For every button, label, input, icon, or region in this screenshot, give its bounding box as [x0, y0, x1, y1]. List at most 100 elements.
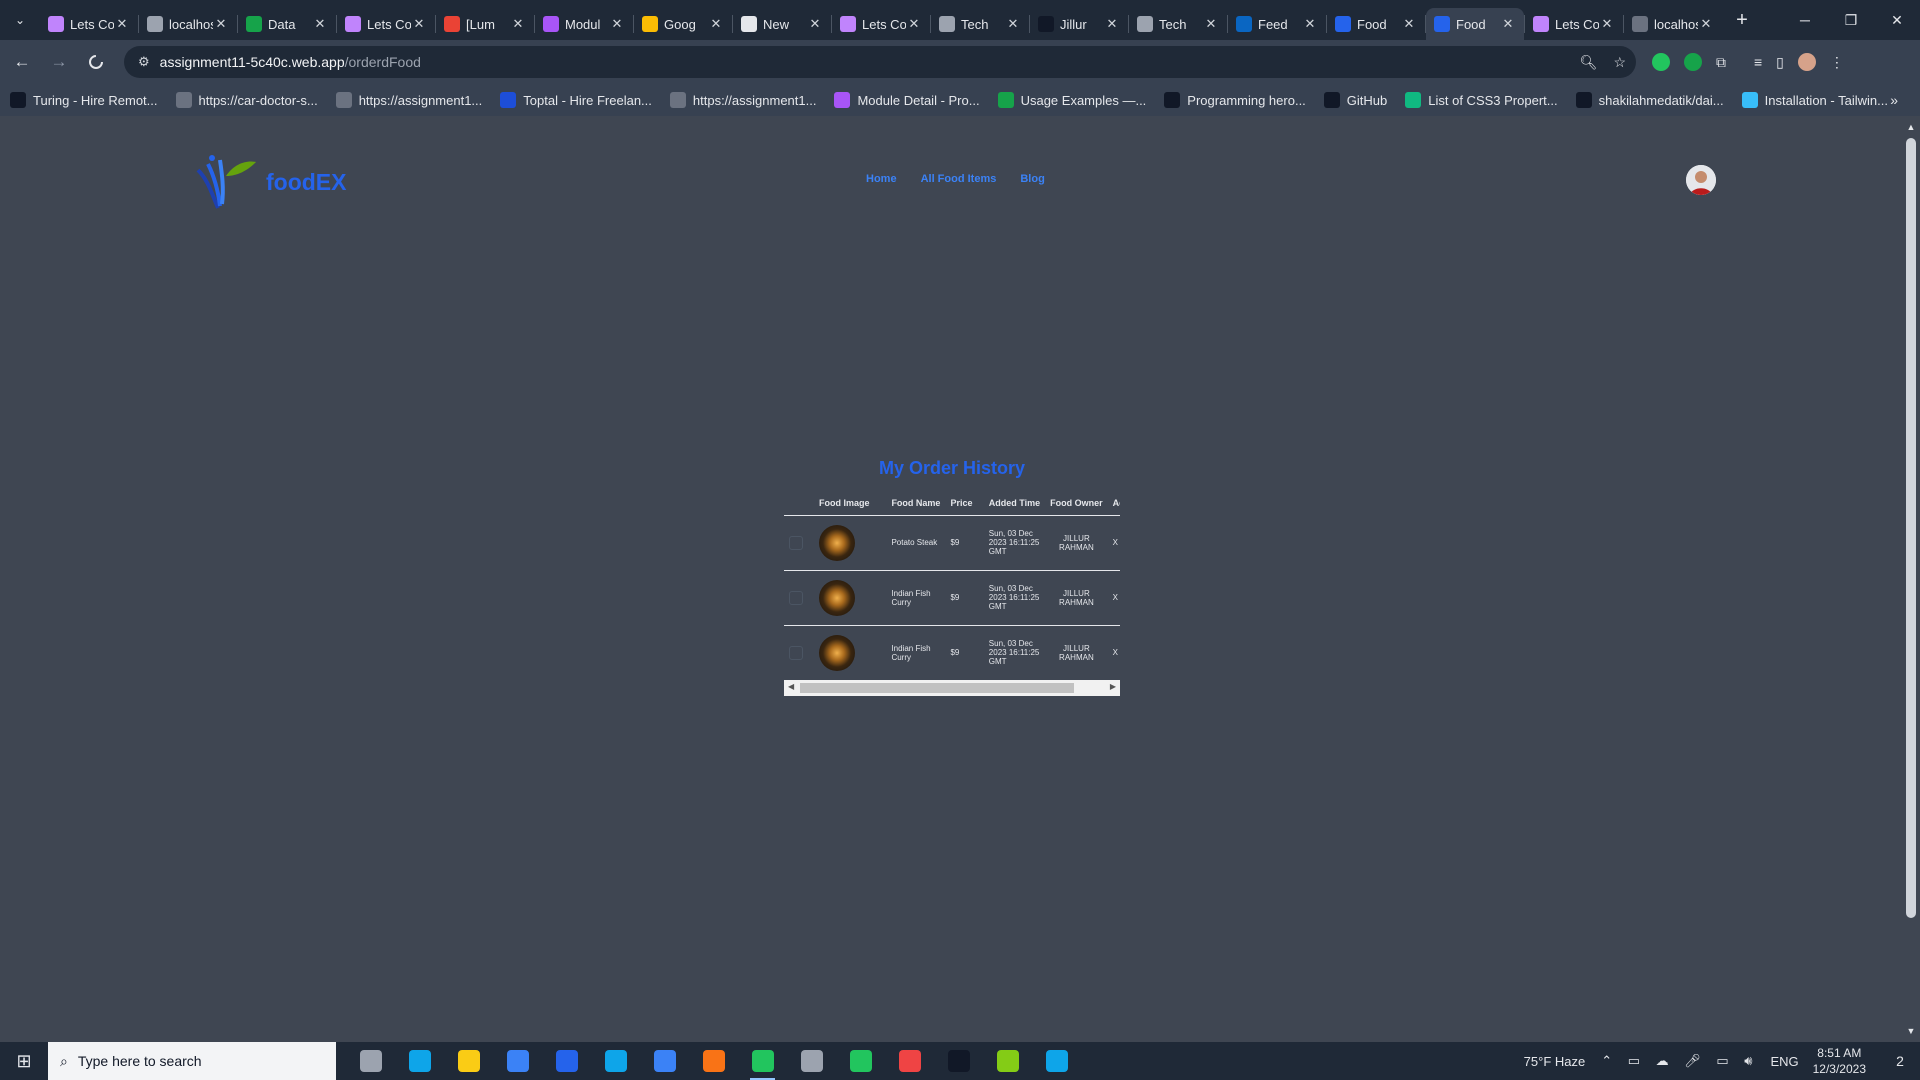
bookmark-item[interactable]: shakilahmedatik/dai... — [1575, 92, 1724, 108]
nav-blog[interactable]: Blog — [1020, 173, 1044, 185]
taskbar-app-mail[interactable] — [542, 1042, 591, 1080]
restore-button[interactable]: ❐ — [1828, 0, 1874, 40]
browser-tab[interactable]: Feed ✕ — [1228, 8, 1326, 40]
page-vertical-scrollbar[interactable]: ▲ ▼ — [1902, 116, 1920, 1042]
browser-tab[interactable]: localhost✕ — [1624, 8, 1722, 40]
taskbar-app-skype[interactable] — [591, 1042, 640, 1080]
browser-tab[interactable]: Lets Code✕ — [40, 8, 138, 40]
site-logo[interactable]: foodEX — [190, 150, 347, 214]
taskbar-app-file-explorer[interactable] — [444, 1042, 493, 1080]
tab-close-icon[interactable]: ✕ — [1104, 16, 1120, 32]
tab-close-icon[interactable]: ✕ — [411, 16, 427, 32]
tab-close-icon[interactable]: ✕ — [1599, 16, 1615, 32]
extension-icon[interactable] — [1652, 53, 1670, 71]
taskbar-app-anydesk[interactable] — [885, 1042, 934, 1080]
tab-close-icon[interactable]: ✕ — [312, 16, 328, 32]
bookmark-item[interactable]: https://assignment1... — [335, 92, 482, 108]
side-panel-icon[interactable]: ▯ — [1776, 54, 1784, 71]
bookmark-star-icon[interactable]: ☆ — [1613, 54, 1626, 71]
browser-tab[interactable]: localhost✕ — [139, 8, 237, 40]
new-tab-button[interactable]: + — [1728, 6, 1756, 34]
browser-tab[interactable]: Modul ✕ — [535, 8, 633, 40]
tab-close-icon[interactable]: ✕ — [1401, 16, 1417, 32]
row-checkbox[interactable] — [789, 645, 803, 660]
tab-close-icon[interactable]: ✕ — [609, 16, 625, 32]
browser-tab[interactable]: Food ✕ — [1327, 8, 1425, 40]
profile-avatar[interactable] — [1797, 53, 1816, 71]
delete-button[interactable]: X — [1107, 514, 1120, 570]
grammarly-icon[interactable] — [1684, 53, 1702, 71]
taskbar-app-store[interactable] — [493, 1042, 542, 1080]
tab-close-icon[interactable]: ✕ — [906, 16, 922, 32]
bookmark-item[interactable]: Toptal - Hire Freelan... — [500, 92, 652, 108]
bookmark-item[interactable]: Turing - Hire Remot... — [10, 92, 158, 108]
tray-icons[interactable]: ⌃ ▭ ☁ 🎤︎ ▭ 🔊︎ — [1601, 1053, 1758, 1069]
notification-center-button[interactable]: 2 — [1880, 1053, 1920, 1069]
browser-tab[interactable]: [Lum ✕ — [436, 8, 534, 40]
bookmark-item[interactable]: Programming hero... — [1164, 92, 1306, 108]
tab-close-icon[interactable]: ✕ — [1203, 16, 1219, 32]
taskbar-app-whatsapp[interactable] — [836, 1042, 885, 1080]
tab-close-icon[interactable]: ✕ — [213, 16, 229, 32]
row-checkbox[interactable] — [789, 590, 803, 605]
browser-menu-icon[interactable]: ⋮ — [1830, 54, 1844, 71]
taskbar-app-task-view[interactable] — [346, 1042, 395, 1080]
tab-close-icon[interactable]: ✕ — [1005, 16, 1021, 32]
weather-widget[interactable]: 75°F Haze — [1524, 1054, 1586, 1069]
taskbar-search-box[interactable]: ⌕ Type here to search — [48, 1042, 336, 1080]
tab-close-icon[interactable]: ✕ — [1500, 16, 1516, 32]
page-scrollbar-thumb[interactable] — [1906, 138, 1916, 918]
bookmark-item[interactable]: https://assignment1... — [669, 92, 816, 108]
taskbar-app-azure-app[interactable] — [1032, 1042, 1081, 1080]
browser-tab[interactable]: Food ✕ — [1426, 8, 1524, 40]
delete-button[interactable]: X — [1107, 569, 1120, 625]
language-indicator[interactable]: ENG — [1770, 1054, 1798, 1069]
taskbar-app-printer-app[interactable] — [787, 1042, 836, 1080]
taskbar-app-firefox[interactable] — [689, 1042, 738, 1080]
user-avatar[interactable] — [1686, 165, 1716, 195]
tab-close-icon[interactable]: ✕ — [807, 16, 823, 32]
site-info-icon[interactable]: ⚙ — [138, 54, 150, 70]
browser-tab[interactable]: Lets Code✕ — [337, 8, 435, 40]
nav-home[interactable]: Home — [866, 173, 897, 185]
tab-close-icon[interactable]: ✕ — [510, 16, 526, 32]
browser-tab[interactable]: Jillur ✕ — [1030, 8, 1128, 40]
delete-button[interactable]: X — [1107, 624, 1120, 680]
bookmark-item[interactable]: Installation - Tailwin... — [1741, 92, 1888, 108]
scroll-right-arrow-icon[interactable]: ▶ — [1110, 682, 1116, 691]
taskbar-clock[interactable]: 8:51 AM 12/3/2023 — [1813, 1045, 1866, 1077]
close-window-button[interactable]: ✕ — [1874, 0, 1920, 40]
tab-close-icon[interactable]: ✕ — [1698, 16, 1714, 32]
taskbar-app-notepad[interactable] — [983, 1042, 1032, 1080]
zoom-icon[interactable]: 🔍︎ — [1580, 54, 1598, 71]
row-checkbox[interactable] — [789, 535, 803, 550]
table-horizontal-scrollbar[interactable]: ◀ ▶ — [784, 680, 1120, 696]
bookmark-item[interactable]: Module Detail - Pro... — [834, 92, 980, 108]
extensions-puzzle-icon[interactable]: ⧉ — [1716, 54, 1726, 71]
minimize-button[interactable]: ─ — [1782, 0, 1828, 40]
taskbar-app-terminal[interactable] — [934, 1042, 983, 1080]
nav-all-food-items[interactable]: All Food Items — [921, 173, 997, 185]
media-control-icon[interactable]: ≡ — [1754, 54, 1762, 70]
tab-close-icon[interactable]: ✕ — [708, 16, 724, 32]
browser-tab[interactable]: Tech ✕ — [931, 8, 1029, 40]
tab-search-dropdown-icon[interactable]: ⌄ — [0, 0, 40, 40]
address-bar[interactable]: ⚙ assignment11-5c40c.web.app/orderdFood … — [124, 46, 1636, 78]
stop-loading-button[interactable] — [81, 47, 111, 77]
taskbar-app-chrome[interactable] — [738, 1042, 787, 1080]
scroll-down-arrow-icon[interactable]: ▼ — [1906, 1026, 1916, 1036]
browser-tab[interactable]: New ✕ — [733, 8, 831, 40]
taskbar-app-edge[interactable] — [395, 1042, 444, 1080]
browser-tab[interactable]: Data ✕ — [238, 8, 336, 40]
scrollbar-thumb[interactable] — [800, 683, 1074, 693]
back-button[interactable]: ← — [7, 47, 37, 77]
scroll-up-arrow-icon[interactable]: ▲ — [1906, 122, 1916, 132]
windows-start-button[interactable]: ⊞ — [0, 1042, 48, 1080]
taskbar-app-vscode[interactable] — [640, 1042, 689, 1080]
browser-tab[interactable]: Lets Code✕ — [832, 8, 930, 40]
bookmark-item[interactable]: Usage Examples —... — [997, 92, 1146, 108]
tab-close-icon[interactable]: ✕ — [1302, 16, 1318, 32]
more-bookmarks-icon[interactable]: » — [1890, 92, 1898, 108]
forward-button[interactable]: → — [44, 47, 74, 77]
browser-tab[interactable]: Goog ✕ — [634, 8, 732, 40]
